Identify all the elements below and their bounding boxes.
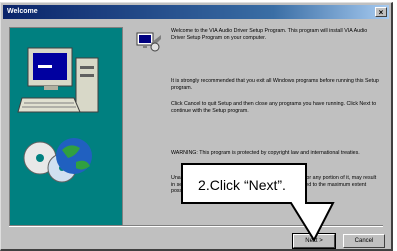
- title-bar[interactable]: Welcome ×: [3, 5, 389, 19]
- warning-text: WARNING: This program is protected by co…: [171, 150, 360, 156]
- cancel-button[interactable]: Cancel: [343, 234, 385, 248]
- computer-illustration: [10, 28, 122, 226]
- setup-icon: [136, 32, 161, 52]
- close-button[interactable]: ×: [375, 7, 387, 17]
- exit-advice-text: It is strongly recommended that you exit…: [171, 78, 379, 91]
- divider: [9, 225, 383, 227]
- setup-illustration: [9, 27, 123, 227]
- welcome-text: Welcome to the VIA Audio Driver Setup Pr…: [171, 28, 368, 41]
- cancel-advice-text: Click Cancel to quit Setup and then clos…: [171, 101, 377, 114]
- callout-text: 2.Click “Next”.: [198, 177, 286, 193]
- window-title: Welcome: [7, 8, 38, 15]
- setup-dialog: Welcome × Welcome to the VIA Audio Drive…: [0, 2, 393, 251]
- next-button[interactable]: Next >: [292, 233, 336, 249]
